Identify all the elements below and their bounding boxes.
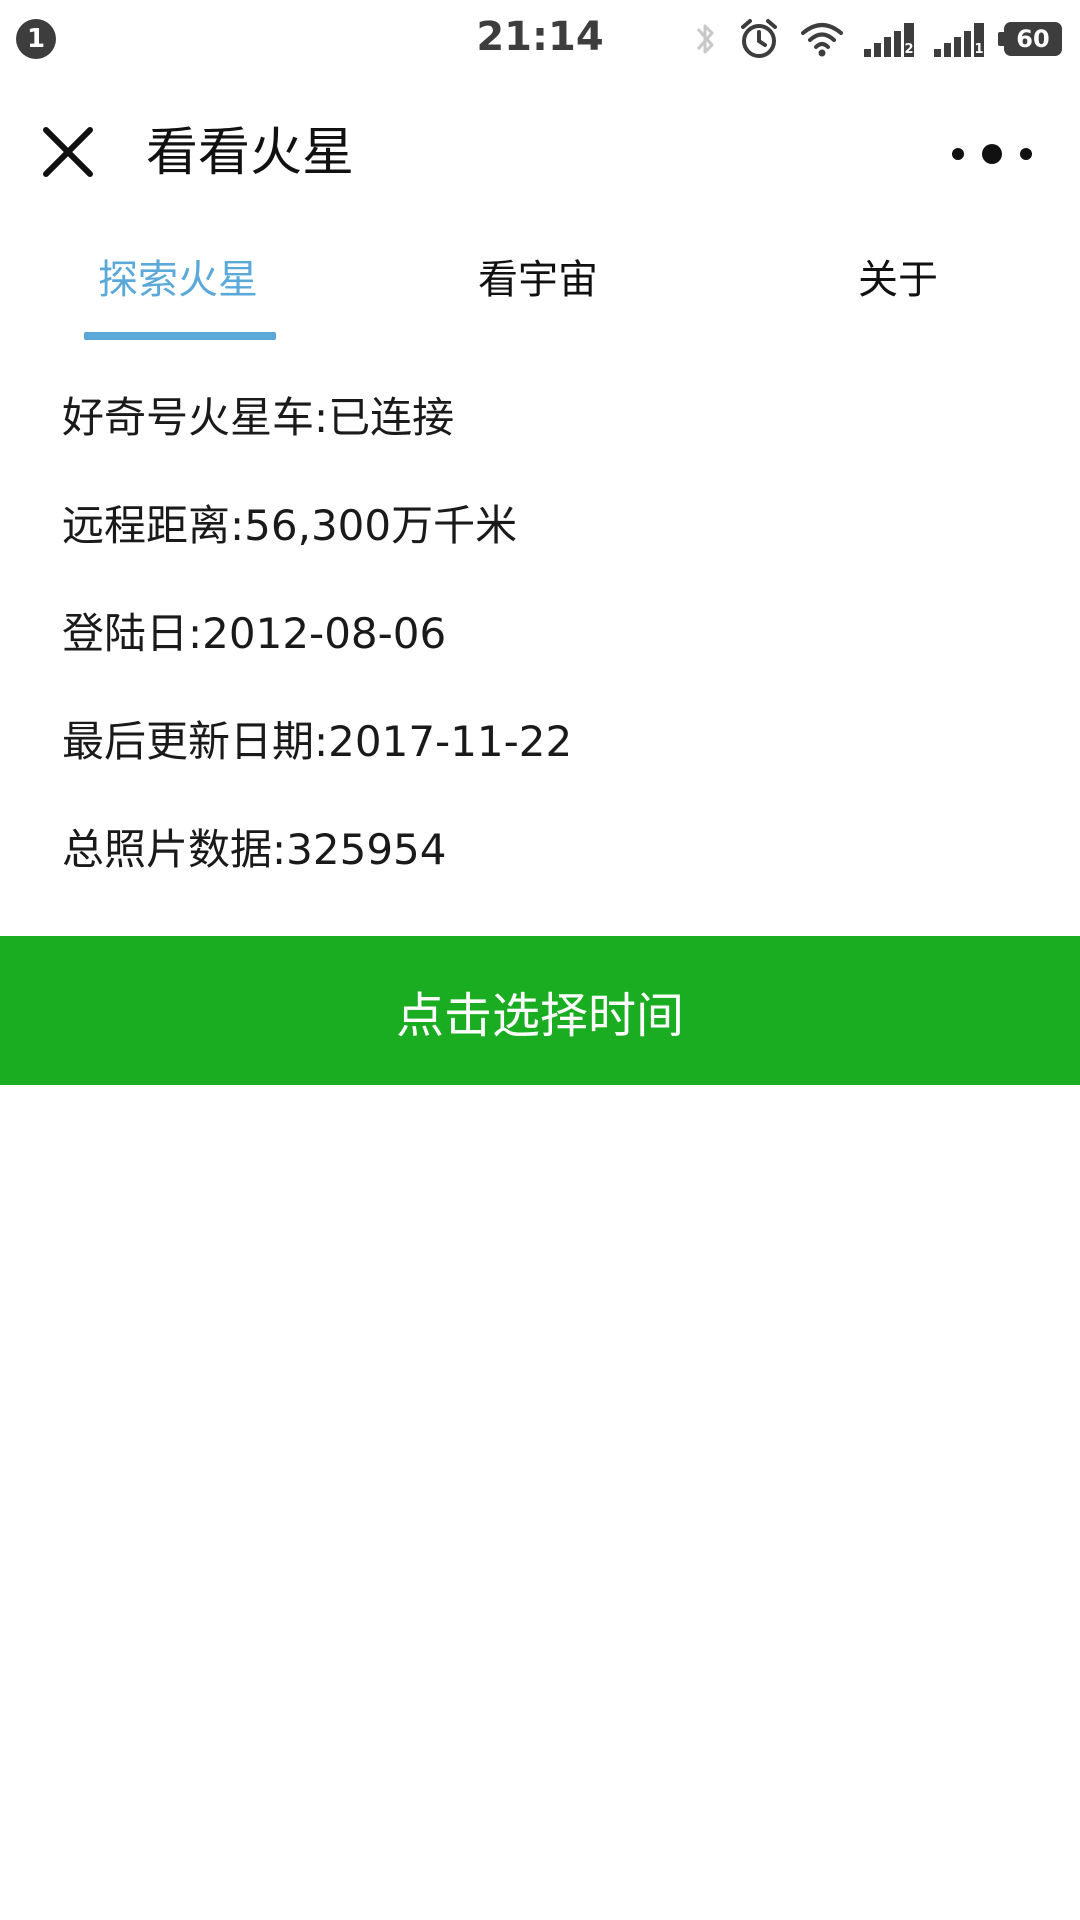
close-icon[interactable]	[40, 124, 96, 180]
signal-icon: 1	[934, 21, 984, 57]
tab-active-indicator	[84, 332, 276, 340]
status-bar: 1 21:14 2 1 60	[0, 0, 1080, 78]
sim-label: 2	[904, 23, 914, 57]
bluetooth-icon	[696, 24, 714, 54]
tab-explore-mars[interactable]: 探索火星	[98, 252, 258, 308]
signal-icon: 2	[864, 21, 914, 57]
distance: 远程距离:56,300万千米	[62, 501, 518, 550]
select-time-button[interactable]: 点击选择时间	[0, 936, 1080, 1085]
tab-universe[interactable]: 看宇宙	[478, 252, 598, 308]
alarm-icon	[741, 19, 777, 58]
last-update-date: 最后更新日期:2017-11-22	[62, 717, 573, 766]
battery-icon: 60	[998, 22, 1062, 56]
more-dots-icon[interactable]	[944, 136, 1040, 172]
wifi-icon	[801, 23, 843, 57]
total-photos: 总照片数据:325954	[62, 825, 447, 874]
tab-about[interactable]: 关于	[858, 252, 938, 308]
page-title: 看看火星	[146, 123, 355, 183]
tab-bar: 探索火星 看宇宙 关于	[0, 224, 1080, 342]
landing-date: 登陆日:2012-08-06	[62, 609, 447, 658]
rover-info-list: 好奇号火星车:已连接 远程距离:56,300万千米 登陆日:2012-08-06…	[62, 390, 1012, 930]
status-icons: 2 1 60	[694, 16, 1062, 62]
rover-status: 好奇号火星车:已连接	[62, 393, 455, 442]
nav-bar: 看看火星	[0, 78, 1080, 224]
sim-label: 1	[974, 23, 984, 57]
